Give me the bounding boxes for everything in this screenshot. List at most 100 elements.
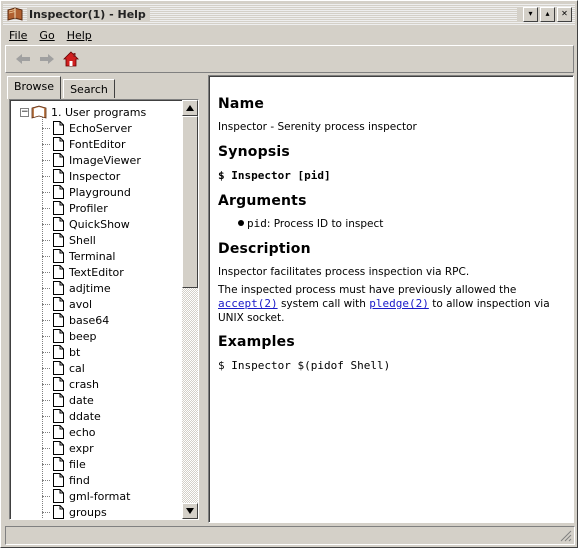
arg-desc: : Process ID to inspect [266,218,384,230]
scroll-thumb[interactable] [182,116,198,288]
tree-branch-line [42,160,50,161]
tree-item[interactable]: base64 [10,312,182,328]
tree-item-label: EchoServer [69,121,132,135]
tree-branch-line [42,288,50,289]
document-view[interactable]: Name Inspector - Serenity process inspec… [208,75,574,523]
tree-branch-line [42,176,50,177]
tree-item[interactable]: expr [10,440,182,456]
toolbar [5,45,574,73]
tree-item[interactable]: EchoServer [10,120,182,136]
menu-help[interactable]: Help [61,29,98,42]
pane-splitter[interactable] [203,75,207,523]
tree-item[interactable]: adjtime [10,280,182,296]
tree-item-label: Shell [69,233,96,247]
page-icon [53,425,64,439]
maximize-button[interactable]: ▴ [540,6,555,22]
forward-button[interactable] [36,48,58,70]
tree-item[interactable]: date [10,392,182,408]
page-icon [53,169,64,183]
heading-synopsis: Synopsis [218,144,290,160]
tree-item[interactable]: cal [10,360,182,376]
page-icon [53,345,64,359]
home-button[interactable] [60,48,82,70]
tree-item[interactable]: groups [10,504,182,519]
tree-item[interactable]: find [10,472,182,488]
tree-item[interactable]: echo [10,424,182,440]
tree-branch-line [42,448,50,449]
tree-item-label: Terminal [69,249,116,263]
link-pledge[interactable]: pledge(2) [369,297,429,310]
tree-item[interactable]: gml-format [10,488,182,504]
tree-item[interactable]: QuickShow [10,216,182,232]
tree-branch-line [42,320,50,321]
tree-branch-line [42,464,50,465]
tab-browse[interactable]: Browse [7,76,62,99]
tree-branch-line [42,512,50,513]
tree-branch-line [42,192,50,193]
tree-item-label: Profiler [69,201,108,215]
heading-arguments: Arguments [218,193,307,209]
heading-examples: Examples [218,334,295,350]
help-window: Inspector(1) - Help ▾ ▴ ✕ File Go Help B… [0,0,578,548]
scroll-down-button[interactable] [182,503,198,519]
link-accept[interactable]: accept(2) [218,297,278,310]
page-icon [53,249,64,263]
tree-item[interactable]: beep [10,328,182,344]
home-icon [63,51,79,67]
page-tree[interactable]: − 1. User programs EchoServer FontEditor I… [9,99,199,520]
page-icon [53,457,64,471]
tree-item-label: crash [69,377,100,391]
menu-file[interactable]: File [3,29,33,42]
title-bar[interactable]: Inspector(1) - Help ▾ ▴ ✕ [3,3,575,25]
tree-item-label: file [69,457,86,471]
tree-item[interactable]: avol [10,296,182,312]
heading-description: Description [218,241,311,257]
tree-root-user-programs[interactable]: − 1. User programs [10,104,182,120]
back-button[interactable] [12,48,34,70]
page-icon [53,409,64,423]
tree-item[interactable]: crash [10,376,182,392]
tree-branch-line [42,352,50,353]
tree-item[interactable]: FontEditor [10,136,182,152]
menu-go[interactable]: Go [33,29,60,42]
collapse-icon[interactable]: − [20,107,29,117]
tree-item[interactable]: Shell [10,232,182,248]
resize-grip-icon[interactable] [560,530,572,542]
page-icon [53,201,64,215]
tree-item-label: FontEditor [69,137,126,151]
tree-item[interactable]: Profiler [10,200,182,216]
tree-item[interactable]: Playground [10,184,182,200]
tree-item[interactable]: file [10,456,182,472]
tree-branch-line [42,304,50,305]
tree-branch-line [42,384,50,385]
scroll-up-button[interactable] [182,100,198,116]
page-icon [53,121,64,135]
page-icon [53,361,64,375]
page-icon [53,185,64,199]
tree-item[interactable]: TextEditor [10,264,182,280]
arrow-down-icon [186,508,194,514]
tree-item-label: find [69,473,90,487]
tab-search[interactable]: Search [63,79,115,98]
tree-item[interactable]: Inspector [10,168,182,184]
desc-text-b: system call with [277,298,370,310]
page-icon [53,377,64,391]
page-icon [53,441,64,455]
sidebar-tabs: Browse Search [7,76,117,99]
tree-scrollbar[interactable] [182,100,198,519]
arg-name: pid [247,217,267,230]
tree-item-label: gml-format [69,489,131,503]
tree-item[interactable]: ddate [10,408,182,424]
page-icon [53,313,64,327]
tree-item-label: TextEditor [69,265,124,279]
tree-root-label: 1. User programs [51,105,147,119]
minimize-button[interactable]: ▾ [523,6,538,22]
tree-item[interactable]: bt [10,344,182,360]
tree-item-label: ImageViewer [69,153,141,167]
tree-branch-line [42,496,50,497]
tree-branch-line [42,432,50,433]
close-button[interactable]: ✕ [557,6,572,22]
tree-item-label: ddate [69,409,101,423]
tree-item[interactable]: ImageViewer [10,152,182,168]
tree-item[interactable]: Terminal [10,248,182,264]
